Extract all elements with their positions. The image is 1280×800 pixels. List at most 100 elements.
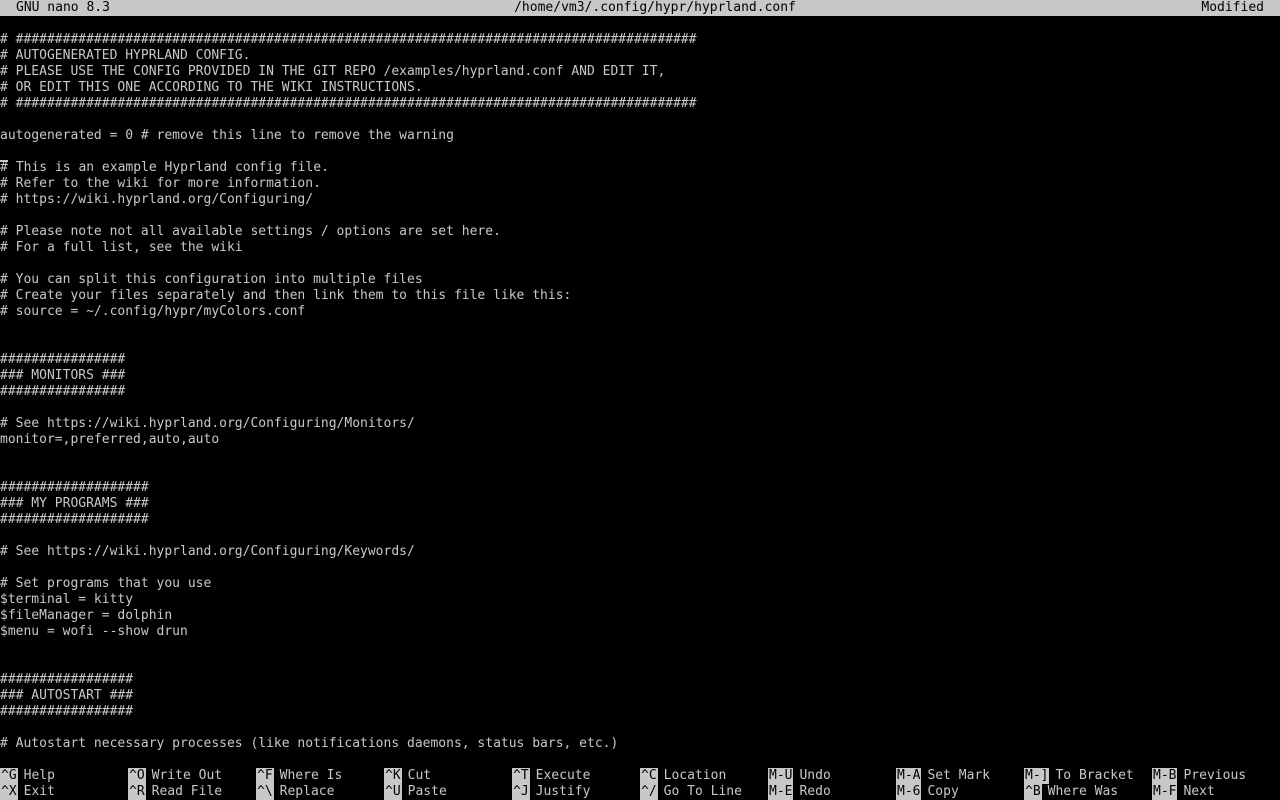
shortcut-key: ^O <box>128 768 146 784</box>
shortcut-label: Previous <box>1183 768 1247 783</box>
shortcut-item[interactable]: ^F Where Is <box>256 768 342 784</box>
shortcut-item[interactable]: ^\ Replace <box>256 784 334 800</box>
shortcut-item[interactable]: ^G Help <box>0 768 55 784</box>
shortcut-key: M-A <box>896 768 922 784</box>
editor-line[interactable]: # OR EDIT THIS ONE ACCORDING TO THE WIKI… <box>0 80 1280 96</box>
editor-line[interactable]: monitor=,preferred,auto,auto <box>0 432 1280 448</box>
shortcut-key: ^C <box>640 768 658 784</box>
shortcut-label: Exit <box>23 784 55 799</box>
shortcut-label: Help <box>23 768 55 783</box>
shortcut-item[interactable]: ^J Justify <box>512 784 590 800</box>
editor-line[interactable] <box>0 640 1280 656</box>
editor-line[interactable]: ################# <box>0 704 1280 720</box>
editor-line[interactable] <box>0 448 1280 464</box>
text-cursor: # <box>0 160 8 175</box>
editor-line[interactable] <box>0 112 1280 128</box>
shortcut-key: ^J <box>512 784 530 800</box>
editor-line[interactable]: # This is an example Hyprland config fil… <box>0 160 1280 176</box>
editor-line[interactable]: # Refer to the wiki for more information… <box>0 176 1280 192</box>
shortcut-key: ^U <box>384 784 402 800</box>
shortcut-item[interactable]: ^X Exit <box>0 784 55 800</box>
shortcut-item[interactable]: M-B Previous <box>1152 768 1246 784</box>
editor-line[interactable] <box>0 400 1280 416</box>
shortcut-key: ^G <box>0 768 18 784</box>
shortcut-key: ^B <box>1024 784 1042 800</box>
shortcut-key: ^T <box>512 768 530 784</box>
shortcut-label: Cut <box>407 768 432 783</box>
editor-line[interactable]: # https://wiki.hyprland.org/Configuring/ <box>0 192 1280 208</box>
editor-line[interactable]: # source = ~/.config/hypr/myColors.conf <box>0 304 1280 320</box>
shortcut-label: Write Out <box>151 768 223 783</box>
editor-line[interactable]: # ######################################… <box>0 96 1280 112</box>
editor-line[interactable]: # Create your files separately and then … <box>0 288 1280 304</box>
editor-line[interactable]: ### AUTOSTART ### <box>0 688 1280 704</box>
shortcut-key: ^\ <box>256 784 274 800</box>
title-bar: GNU nano 8.3 /home/vm3/.config/hypr/hypr… <box>0 0 1280 16</box>
editor-line[interactable]: ### MY PROGRAMS ### <box>0 496 1280 512</box>
shortcut-key: ^X <box>0 784 18 800</box>
editor-line[interactable] <box>0 320 1280 336</box>
file-path: /home/vm3/.config/hypr/hyprland.conf <box>514 0 796 15</box>
shortcut-label: To Bracket <box>1055 768 1134 783</box>
editor-line[interactable]: ### MONITORS ### <box>0 368 1280 384</box>
shortcut-item[interactable]: M-E Redo <box>768 784 831 800</box>
editor-line[interactable]: ################# <box>0 672 1280 688</box>
shortcut-item[interactable]: M-6 Copy <box>896 784 959 800</box>
editor-line[interactable]: # You can split this configuration into … <box>0 272 1280 288</box>
shortcut-item[interactable]: ^T Execute <box>512 768 590 784</box>
editor-line[interactable]: # Please note not all available settings… <box>0 224 1280 240</box>
editor-line[interactable]: $fileManager = dolphin <box>0 608 1280 624</box>
editor-line[interactable]: # AUTOGENERATED HYPRLAND CONFIG. <box>0 48 1280 64</box>
editor-line[interactable]: # Autostart necessary processes (like no… <box>0 736 1280 752</box>
shortcut-label: Where Was <box>1047 784 1119 799</box>
editor-line[interactable]: # See https://wiki.hyprland.org/Configur… <box>0 544 1280 560</box>
editor-line[interactable] <box>0 528 1280 544</box>
text-editor-area[interactable]: # ######################################… <box>0 32 1280 752</box>
shortcut-item[interactable]: ^C Location <box>640 768 726 784</box>
editor-line[interactable] <box>0 208 1280 224</box>
editor-line[interactable] <box>0 656 1280 672</box>
shortcut-item[interactable]: M-F Next <box>1152 784 1215 800</box>
shortcut-label: Paste <box>407 784 447 799</box>
shortcut-label: Undo <box>799 768 831 783</box>
editor-line[interactable] <box>0 560 1280 576</box>
editor-line[interactable]: ################### <box>0 480 1280 496</box>
shortcut-key: ^F <box>256 768 274 784</box>
shortcut-label: Set Mark <box>927 768 991 783</box>
shortcut-item[interactable]: ^O Write Out <box>128 768 222 784</box>
editor-line[interactable]: # Set programs that you use <box>0 576 1280 592</box>
shortcut-item[interactable]: M-A Set Mark <box>896 768 990 784</box>
shortcut-label: Next <box>1183 784 1215 799</box>
shortcut-item[interactable]: ^K Cut <box>384 768 431 784</box>
editor-line[interactable]: $terminal = kitty <box>0 592 1280 608</box>
editor-line[interactable] <box>0 256 1280 272</box>
shortcut-item[interactable]: ^R Read File <box>128 784 222 800</box>
shortcut-key: ^K <box>384 768 402 784</box>
editor-line[interactable]: ################ <box>0 384 1280 400</box>
editor-line[interactable]: # See https://wiki.hyprland.org/Configur… <box>0 416 1280 432</box>
editor-line[interactable]: # For a full list, see the wiki <box>0 240 1280 256</box>
editor-line[interactable]: # PLEASE USE THE CONFIG PROVIDED IN THE … <box>0 64 1280 80</box>
editor-line[interactable] <box>0 464 1280 480</box>
shortcut-label: Location <box>663 768 727 783</box>
shortcut-item[interactable]: ^U Paste <box>384 784 447 800</box>
shortcut-item[interactable]: ^/ Go To Line <box>640 784 742 800</box>
editor-line[interactable]: autogenerated = 0 # remove this line to … <box>0 128 1280 144</box>
editor-line[interactable]: ################### <box>0 512 1280 528</box>
modified-status: Modified <box>1201 0 1264 15</box>
shortcut-item[interactable]: M-] To Bracket <box>1024 768 1134 784</box>
shortcut-item[interactable]: ^B Where Was <box>1024 784 1118 800</box>
shortcut-key: M-] <box>1024 768 1050 784</box>
shortcut-label: Justify <box>535 784 591 799</box>
shortcut-key: ^/ <box>640 784 658 800</box>
shortcut-label: Where Is <box>279 768 343 783</box>
shortcut-label: Read File <box>151 784 223 799</box>
shortcut-item[interactable]: M-U Undo <box>768 768 831 784</box>
shortcut-key: M-F <box>1152 784 1178 800</box>
editor-line[interactable] <box>0 336 1280 352</box>
editor-line[interactable]: # ######################################… <box>0 32 1280 48</box>
editor-line[interactable]: ################ <box>0 352 1280 368</box>
editor-line[interactable]: $menu = wofi --show drun <box>0 624 1280 640</box>
editor-line[interactable] <box>0 144 1280 160</box>
editor-line[interactable] <box>0 720 1280 736</box>
